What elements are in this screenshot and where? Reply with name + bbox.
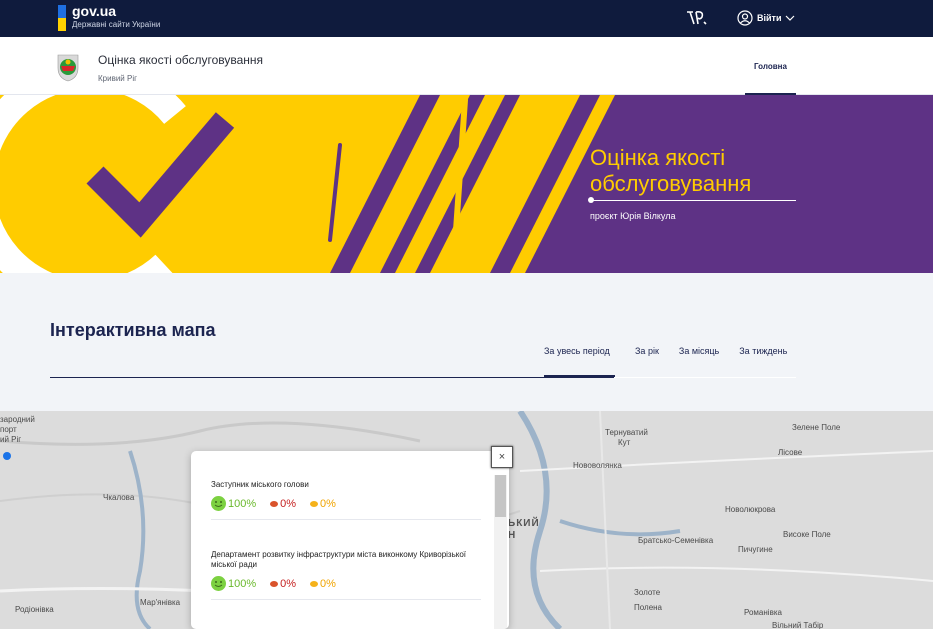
list-item[interactable]: Департамент розвитку інфраструктури міст… — [211, 550, 481, 600]
map-label: Романівка — [744, 608, 782, 617]
rating-stats: 100% 0% 0% — [211, 576, 481, 591]
neutral-percent: 0% — [320, 577, 336, 590]
negative-percent: 0% — [280, 577, 297, 590]
map-label: зародний — [0, 415, 35, 424]
negative-stat: 0% — [270, 578, 296, 590]
smile-icon — [211, 496, 226, 511]
neutral-percent: 0% — [320, 497, 336, 510]
close-button[interactable]: × — [491, 446, 513, 468]
map-label: Полена — [634, 603, 663, 612]
department-popup: Заступник міського голови 100% 0% 0% Деп… — [191, 451, 509, 629]
period-tabs: За увесь період За рік За місяць За тижд… — [544, 346, 807, 377]
neutral-dot-icon — [310, 500, 319, 507]
banner-title-line2: обслуговування — [590, 171, 752, 196]
banner-divider — [590, 200, 796, 201]
map-label: Н — [508, 530, 517, 541]
gov-logo-link[interactable]: gov.ua — [72, 3, 116, 19]
close-icon: × — [498, 451, 506, 463]
accessibility-icon[interactable] — [684, 8, 708, 28]
popup-scrollbar-thumb[interactable] — [495, 475, 506, 517]
map-label: Золоте — [634, 588, 661, 597]
banner-title-line1: Оцінка якості — [590, 145, 726, 170]
map-label: Чкалова — [103, 493, 135, 502]
map-label: Вільний Табір — [772, 621, 824, 629]
tab-year[interactable]: За рік — [635, 346, 659, 377]
map-label: Тернуватий — [605, 428, 648, 437]
nav-home-link[interactable]: Головна — [745, 62, 796, 95]
map-label: ЬКИЙ — [508, 518, 540, 529]
login-button[interactable]: Війти — [737, 10, 795, 26]
rating-stats: 100% 0% 0% — [211, 496, 481, 511]
map-label: ий Ріг — [0, 435, 22, 444]
map-label: Мар'янівка — [140, 598, 181, 607]
tabs-divider — [614, 377, 796, 378]
map-label: Родіонівка — [15, 605, 54, 614]
map-label: Братсько-Семенівка — [638, 536, 714, 545]
smile-icon — [211, 576, 226, 591]
gov-subtitle: Державні сайти України — [72, 20, 161, 29]
negative-percent: 0% — [280, 497, 297, 510]
section-title: Інтерактивна мапа — [50, 320, 216, 340]
chevron-down-icon — [786, 15, 795, 21]
department-name: Департамент розвитку інфраструктури міст… — [211, 550, 467, 569]
city-crest-icon — [57, 54, 79, 82]
negative-dot-icon — [270, 500, 279, 507]
ukraine-flag-icon — [58, 5, 66, 31]
user-icon — [737, 10, 753, 26]
positive-stat: 100% — [211, 496, 256, 511]
map-label: Зелене Поле — [792, 423, 841, 432]
positive-stat: 100% — [211, 576, 256, 591]
list-item[interactable]: Заступник міського голови 100% 0% 0% — [211, 480, 481, 520]
tab-month[interactable]: За місяць — [679, 346, 719, 377]
neutral-stat: 0% — [310, 578, 336, 590]
neutral-dot-icon — [310, 580, 319, 587]
map-label: Нововолянка — [573, 461, 622, 470]
interactive-map-section: Інтерактивна мапа За увесь період За рік… — [0, 273, 933, 411]
banner-subtitle: проєкт Юрія Вілкула — [590, 211, 676, 221]
banner-graphic — [0, 95, 933, 273]
site-title[interactable]: Оцінка якості обслуговування — [98, 53, 263, 67]
negative-dot-icon — [270, 580, 279, 587]
banner-title: Оцінка якості обслуговування — [590, 145, 751, 197]
map-label: Кут — [618, 438, 631, 447]
site-header: Оцінка якості обслуговування Кривий Ріг … — [0, 37, 933, 95]
positive-percent: 100% — [228, 497, 257, 510]
site-city: Кривий Ріг — [98, 74, 138, 83]
department-name: Заступник міського голови — [211, 480, 309, 489]
map-label: Високе Поле — [783, 530, 831, 539]
map-label: Новолюкрова — [725, 505, 776, 514]
positive-percent: 100% — [228, 577, 257, 590]
map-label: Пичугине — [738, 545, 773, 554]
map-label: порт — [0, 425, 17, 434]
map-label: Лісове — [778, 448, 803, 457]
login-label: Війти — [757, 13, 782, 23]
negative-stat: 0% — [270, 498, 296, 510]
tab-week[interactable]: За тиждень — [739, 346, 787, 377]
tab-all-period[interactable]: За увесь період — [544, 346, 615, 377]
hero-banner: Оцінка якості обслуговування проєкт Юрія… — [0, 95, 933, 273]
neutral-stat: 0% — [310, 498, 336, 510]
gov-top-bar: gov.ua Державні сайти України Війти — [0, 0, 933, 37]
